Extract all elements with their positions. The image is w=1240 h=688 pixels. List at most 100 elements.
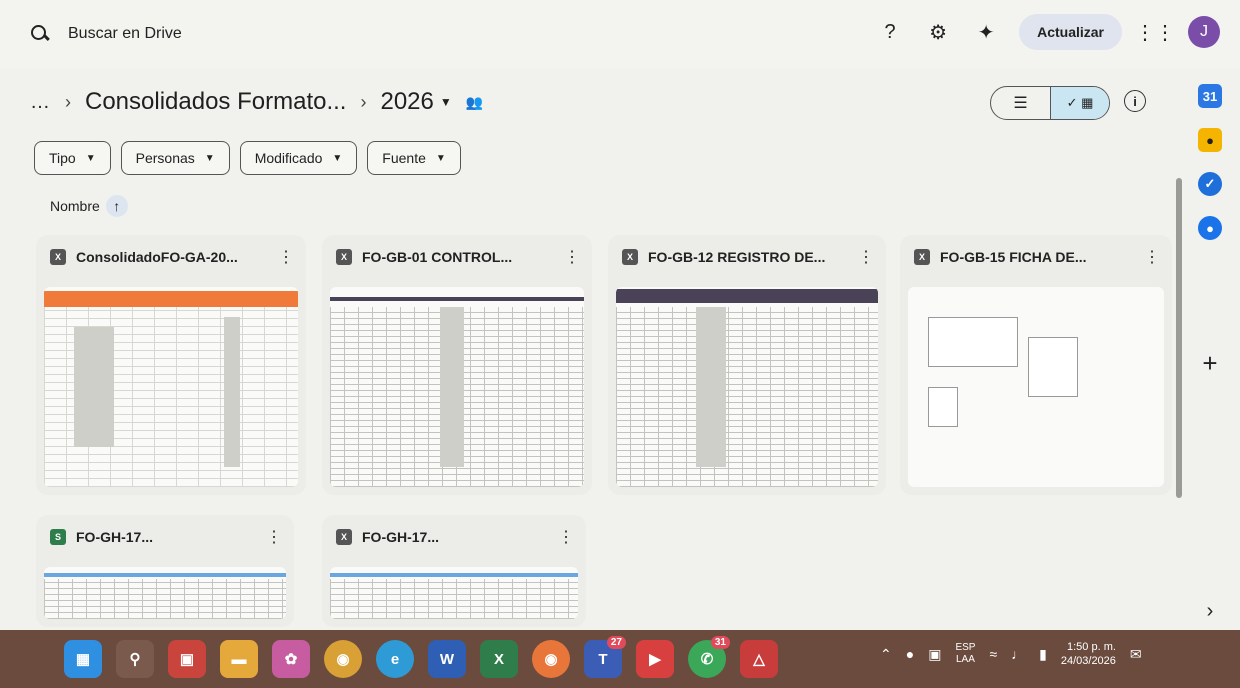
search-input[interactable]	[68, 25, 508, 43]
list-view-icon[interactable]: ☰	[991, 87, 1050, 119]
tray-app-icon[interactable]: ●	[906, 646, 914, 662]
avatar[interactable]: J	[1188, 16, 1220, 48]
notifications-icon[interactable]: ✉	[1130, 646, 1142, 663]
word-icon[interactable]: W	[428, 640, 466, 678]
file-card[interactable]: X FO-GB-01 CONTROL... ⋮	[322, 235, 592, 495]
tray-chevron-up-icon[interactable]: ⌃	[880, 646, 892, 663]
more-options-icon[interactable]: ⋮	[564, 247, 580, 267]
calendar-icon[interactable]: 31	[1198, 84, 1222, 108]
file-card-header: X FO-GB-15 FICHA DE... ⋮	[900, 235, 1172, 279]
clock-time: 1:50 p. m.	[1067, 641, 1116, 653]
file-card[interactable]: X ConsolidadoFO-GA-20... ⋮	[36, 235, 306, 495]
help-icon[interactable]: ?	[875, 17, 905, 47]
more-options-icon[interactable]: ⋮	[858, 247, 874, 267]
windows-start-icon[interactable]: ▦	[64, 640, 102, 678]
sheet-shaded-column	[440, 307, 464, 467]
language-code: ESP	[955, 642, 976, 653]
more-options-icon[interactable]: ⋮	[558, 527, 574, 547]
apps-grid-icon[interactable]: ⋮⋮	[1135, 17, 1175, 47]
gemini-sparkle-icon[interactable]: ✦	[971, 17, 1001, 47]
update-button[interactable]: Actualizar	[1019, 14, 1122, 50]
sheet-shaded-column	[74, 327, 114, 447]
more-options-icon[interactable]: ⋮	[1144, 247, 1160, 267]
sort-control[interactable]: Nombre ↑	[50, 195, 128, 217]
keep-icon[interactable]: ●	[1198, 128, 1222, 152]
volume-icon[interactable]: ♩	[1011, 646, 1025, 662]
teams-icon[interactable]: T 27	[584, 636, 626, 678]
excel-file-icon: X	[622, 249, 638, 265]
filter-label: Fuente	[382, 150, 426, 166]
shared-people-icon: 👥	[465, 93, 484, 110]
edge-icon[interactable]: e	[376, 640, 414, 678]
contacts-icon[interactable]: ●	[1198, 216, 1222, 240]
chrome-icon[interactable]: ◉	[324, 640, 362, 678]
gear-icon[interactable]: ⚙	[923, 17, 953, 47]
add-addon-icon[interactable]: +	[1202, 348, 1217, 379]
file-name: FO-GB-15 FICHA DE...	[940, 249, 1087, 265]
store-icon[interactable]: ▣	[168, 640, 206, 678]
whatsapp-badge: 31	[710, 636, 730, 649]
whatsapp-icon[interactable]: ✆ 31	[688, 636, 730, 678]
file-thumbnail	[44, 287, 298, 487]
filter-label: Personas	[135, 150, 195, 166]
file-thumbnail	[330, 287, 584, 487]
vertical-scrollbar[interactable]	[1176, 178, 1182, 498]
grid-view-icon[interactable]: ✓ ▦	[1049, 87, 1109, 119]
filter-people[interactable]: Personas ▼	[120, 141, 230, 175]
file-name: ConsolidadoFO-GA-20...	[76, 249, 238, 265]
top-actions: ? ⚙ ✦ Actualizar ⋮⋮ J	[875, 14, 1220, 50]
photos-icon[interactable]: ✿	[272, 640, 310, 678]
filter-modified[interactable]: Modificado ▼	[239, 141, 358, 175]
breadcrumb-more-button[interactable]: …	[30, 91, 51, 114]
caret-down-icon: ▼	[439, 95, 452, 109]
more-options-icon[interactable]: ⋮	[266, 527, 282, 547]
sort-arrow-up-icon[interactable]: ↑	[105, 195, 128, 217]
language-layout: LAA	[955, 654, 975, 665]
wifi-icon[interactable]: ≈	[989, 646, 997, 662]
breadcrumb: … › Consolidados Formato... › 2026 ▼ 👥	[30, 84, 483, 120]
caret-down-icon: ▼	[204, 152, 215, 164]
media-player-icon[interactable]: ▶	[636, 640, 674, 678]
filter-label: Modificado	[254, 150, 323, 166]
sheet-header-band	[616, 289, 878, 303]
taskbar-apps: ▦ ⚲ ▣ ▬ ✿ ◉ e W X ◉ T 27 ▶ ✆ 31 △	[64, 636, 778, 678]
sheet-grid	[616, 307, 878, 487]
more-options-icon[interactable]: ⋮	[278, 247, 294, 267]
taskbar-search-icon[interactable]: ⚲	[116, 640, 154, 678]
filter-source[interactable]: Fuente ▼	[367, 141, 461, 175]
file-thumbnail	[44, 567, 286, 619]
sheet-shaded-column	[696, 307, 726, 467]
firefox-icon[interactable]: ◉	[532, 640, 570, 678]
system-tray: ⌃ ● ▣ ESP LAA ≈ ♩ ▮ 1:50 p. m. 24/03/2026 …	[880, 640, 1142, 668]
file-name: FO-GH-17...	[76, 529, 154, 545]
file-card[interactable]: X FO-GB-15 FICHA DE... ⋮	[900, 235, 1172, 495]
file-explorer-icon[interactable]: ▬	[220, 640, 258, 678]
excel-file-icon: X	[914, 249, 930, 265]
teams-badge: 27	[606, 636, 626, 649]
taskbar: ▦ ⚲ ▣ ▬ ✿ ◉ e W X ◉ T 27 ▶ ✆ 31 △ ⌃ ● ▣ ES…	[0, 630, 1240, 688]
file-card[interactable]: X FO-GB-12 REGISTRO DE... ⋮	[608, 235, 886, 495]
file-card[interactable]: X FO-GH-17... ⋮	[322, 515, 586, 627]
battery-icon[interactable]: ▮	[1039, 646, 1047, 663]
pdf-reader-icon[interactable]: △	[740, 640, 778, 678]
info-icon[interactable]: i	[1124, 90, 1146, 112]
search-icon[interactable]	[30, 24, 50, 44]
breadcrumb-current-folder[interactable]: 2026 ▼	[380, 88, 451, 116]
clock[interactable]: 1:50 p. m. 24/03/2026	[1061, 640, 1116, 668]
sheet-header-band	[44, 573, 286, 577]
file-card-header: X FO-GB-01 CONTROL... ⋮	[322, 235, 592, 279]
file-card-header: X ConsolidadoFO-GA-20... ⋮	[36, 235, 306, 279]
clock-date: 24/03/2026	[1060, 655, 1116, 667]
excel-icon[interactable]: X	[480, 640, 518, 678]
tasks-icon[interactable]: ✓	[1198, 172, 1222, 196]
search-bar[interactable]	[18, 12, 538, 56]
sort-label: Nombre	[50, 198, 100, 214]
tray-monitor-icon[interactable]: ▣	[928, 646, 941, 663]
breadcrumb-folder[interactable]: Consolidados Formato...	[85, 88, 346, 116]
file-card[interactable]: S FO-GH-17... ⋮	[36, 515, 294, 627]
caret-down-icon: ▼	[435, 152, 446, 164]
filter-type[interactable]: Tipo ▼	[34, 141, 111, 175]
excel-file-icon: X	[50, 249, 66, 265]
chevron-right-icon[interactable]: ›	[1207, 600, 1214, 623]
language-indicator[interactable]: ESP LAA	[955, 642, 975, 666]
